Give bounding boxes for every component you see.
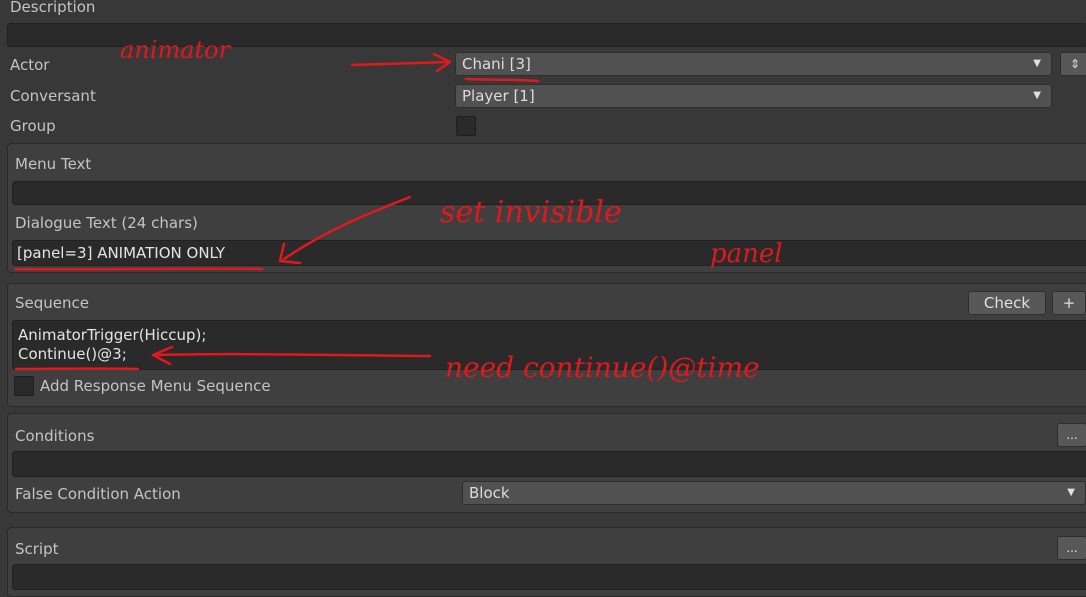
chevron-down-icon: ▼ — [1033, 53, 1041, 75]
stepper-icon: ⇕ — [1070, 57, 1080, 71]
check-button[interactable]: Check — [968, 291, 1046, 315]
dialogue-text-label: Dialogue Text (24 chars) — [15, 213, 198, 233]
menu-text-field[interactable] — [12, 181, 1086, 205]
actor-value: Chani [3] — [462, 55, 531, 73]
dialogue-text-value: [panel=3] ANIMATION ONLY — [17, 244, 225, 262]
annotation-underline-actor — [466, 79, 538, 81]
false-condition-value: Block — [469, 484, 510, 502]
conditions-field[interactable] — [12, 451, 1086, 477]
description-label: Description — [10, 0, 95, 17]
add-response-label: Add Response Menu Sequence — [40, 376, 271, 396]
annotation-arrowhead-actor — [434, 54, 450, 71]
conditions-label: Conditions — [15, 426, 94, 446]
chevron-down-icon: ▼ — [1033, 85, 1041, 107]
sequence-label: Sequence — [15, 293, 89, 313]
conversant-label: Conversant — [10, 86, 96, 106]
script-wizard-button[interactable]: ... — [1057, 536, 1086, 560]
sequence-field[interactable]: AnimatorTrigger(Hiccup); Continue()@3; — [12, 320, 1086, 370]
chevron-down-icon: ▼ — [1067, 482, 1075, 504]
false-condition-label: False Condition Action — [15, 484, 181, 504]
add-sequence-button[interactable]: + — [1052, 291, 1086, 315]
conditions-wizard-button[interactable]: ... — [1057, 423, 1086, 447]
conversant-dropdown[interactable]: Player [1] ▼ — [455, 84, 1052, 108]
actor-dropdown[interactable]: Chani [3] ▼ — [455, 52, 1052, 76]
menu-text-label: Menu Text — [15, 154, 91, 174]
group-label: Group — [10, 116, 56, 136]
dialogue-text-field[interactable]: [panel=3] ANIMATION ONLY — [12, 240, 1086, 266]
conversant-value: Player [1] — [462, 87, 535, 105]
script-label: Script — [15, 539, 59, 559]
group-checkbox[interactable] — [456, 116, 476, 136]
actor-stepper-button[interactable]: ⇕ — [1060, 52, 1086, 76]
description-field[interactable] — [7, 23, 1086, 47]
actor-label: Actor — [10, 55, 49, 75]
script-field[interactable] — [12, 564, 1086, 590]
add-response-checkbox[interactable] — [14, 376, 34, 396]
annotation-arrow-actor — [352, 62, 448, 65]
sequence-line-1: AnimatorTrigger(Hiccup); — [18, 326, 206, 344]
false-condition-dropdown[interactable]: Block ▼ — [462, 481, 1086, 505]
sequence-line-2: Continue()@3; — [18, 345, 127, 363]
